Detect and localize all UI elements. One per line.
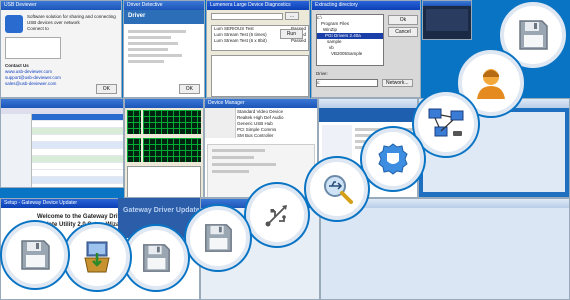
thumbnail-main-window[interactable]	[320, 198, 570, 300]
window-content	[426, 9, 468, 31]
description: Software solution for sharing and connec…	[27, 14, 119, 32]
category-tree	[205, 108, 236, 138]
ok-button[interactable]: OK	[95, 84, 117, 94]
welcome-line: Welcome to the Gateway Drivers	[37, 214, 130, 220]
window-title-bar	[423, 1, 471, 6]
output-log	[211, 55, 309, 97]
user-avatar-icon	[477, 69, 505, 99]
device-list: Standard Video Device Realtek High Def A…	[236, 108, 317, 140]
folder-item[interactable]: VB2005Sample	[317, 51, 383, 57]
installer-package-circle[interactable]	[64, 224, 130, 290]
floppy-disk-circle[interactable]	[124, 226, 188, 290]
drive-label: Drive:	[316, 71, 328, 76]
site-header	[319, 108, 417, 122]
window-title: Device Manager	[205, 99, 317, 108]
device-row[interactable]: SM Bus Controller	[237, 133, 316, 139]
sidebar	[1, 114, 32, 187]
info-box	[5, 37, 61, 59]
shield-badge-icon	[378, 143, 408, 175]
thumbnail-dark-window[interactable]	[422, 0, 472, 40]
floppy-disk-icon	[205, 224, 232, 252]
thumbnail-extract-dialog[interactable]: Extracting directory c:\ Program Files W…	[311, 0, 421, 98]
usb-symbol-icon	[265, 205, 287, 227]
path-field[interactable]	[211, 13, 283, 20]
browse-button[interactable]: ...	[285, 12, 300, 20]
thumbnail-device-diagnostics[interactable]: Lumenera Large Device Diagnostics ... Lu…	[206, 0, 310, 98]
floppy-disk-icon	[21, 240, 50, 270]
thumbnail-task-manager[interactable]	[124, 98, 204, 198]
floppy-disk-icon	[143, 244, 170, 272]
window-title-bar	[1, 99, 123, 108]
memory-history-graph	[143, 138, 201, 162]
run-button[interactable]: Run	[279, 29, 303, 39]
window-title: Driver Detective	[124, 1, 204, 10]
floppy-disk-icon	[519, 20, 548, 50]
network-button[interactable]: Network...	[382, 79, 413, 87]
usb-symbol-circle[interactable]	[246, 184, 308, 246]
app-logo	[5, 15, 23, 33]
network-computers-circle[interactable]	[414, 92, 478, 156]
list-pane	[32, 114, 123, 187]
usb-magnifier-circle[interactable]	[306, 158, 368, 220]
ok-button[interactable]: OK	[178, 84, 200, 94]
thumbnail-device-manager[interactable]: Device Manager Standard Video Device Rea…	[204, 98, 318, 198]
description-line: Connect to	[27, 26, 49, 31]
stats-panel	[127, 166, 201, 197]
folder-tree[interactable]: c:\ Program Files WinZip PGI Drivers 2.4…	[316, 14, 384, 66]
floppy-disk-circle[interactable]	[2, 222, 68, 288]
window-title: Lumenera Large Device Diagnostics	[207, 1, 309, 10]
thumbnail-usb-deviewer[interactable]: USB Deviewer Software solution for shari…	[0, 0, 122, 98]
cancel-button[interactable]: Cancel	[388, 27, 418, 37]
browser-bar	[319, 99, 417, 108]
thumbnail-file-list[interactable]	[0, 98, 124, 188]
floppy-disk-circle[interactable]	[186, 206, 250, 270]
installer-package-icon	[84, 241, 110, 273]
cpu-meter	[127, 110, 141, 134]
thumbnail-driver-detective[interactable]: Driver Detective Driver OK	[123, 0, 205, 98]
test-name: Lum Stream Test (6 x 8bit)	[214, 38, 267, 43]
memory-meter	[127, 138, 141, 162]
window-title-bar	[125, 99, 203, 108]
banner-text: Gateway Driver Updater	[123, 207, 200, 214]
usb-magnifier-icon	[324, 175, 353, 204]
app-banner: Driver	[124, 10, 204, 24]
details	[124, 24, 204, 69]
ok-button[interactable]: Ok	[388, 15, 418, 25]
window-title: Extracting directory	[312, 1, 420, 10]
shield-badge-circle[interactable]	[362, 128, 424, 190]
drive-select[interactable]: c:	[316, 79, 378, 87]
cpu-history-graph	[143, 110, 201, 134]
network-computers-icon	[428, 108, 464, 137]
window-title: USB Deviewer	[1, 1, 121, 10]
